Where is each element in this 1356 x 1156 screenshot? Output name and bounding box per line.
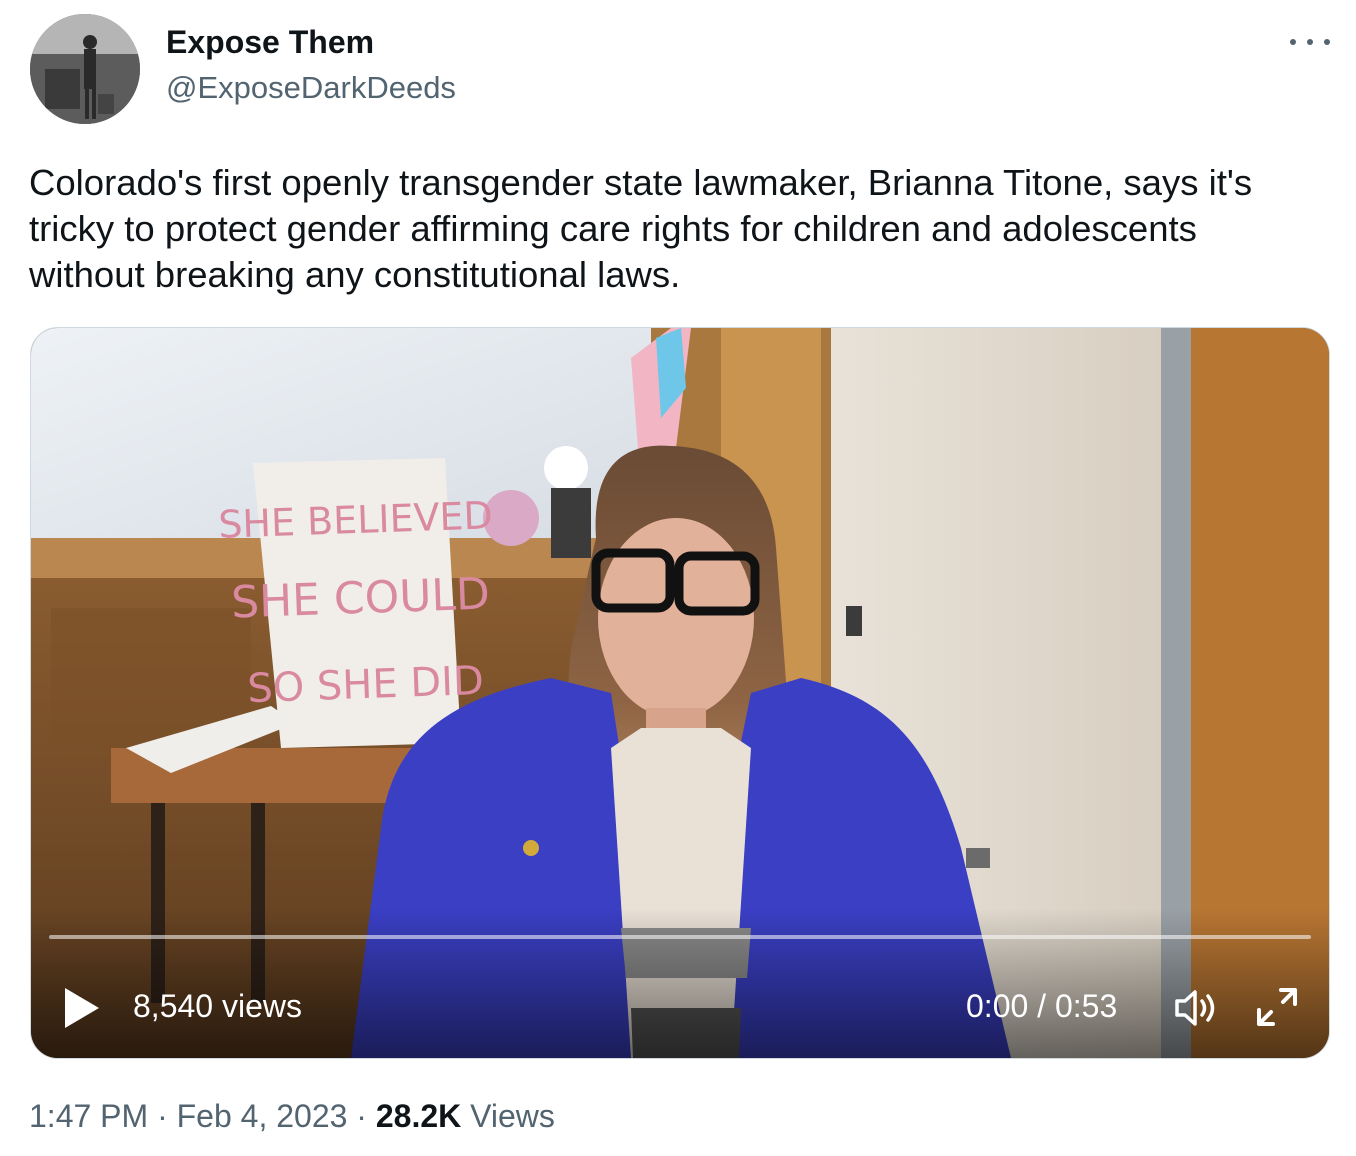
tweet-date[interactable]: Feb 4, 2023 (177, 1098, 348, 1134)
controls-overlay (31, 908, 1329, 1058)
video-views: 8,540 views (133, 988, 302, 1024)
sign-line-2: SHE COULD (230, 569, 490, 629)
meta-separator: · (347, 1098, 376, 1134)
author-name[interactable]: Expose Them (166, 24, 374, 61)
sign-line-3: SO SHE DID (247, 658, 485, 712)
author-handle[interactable]: @ExposeDarkDeeds (166, 70, 456, 106)
fullscreen-icon[interactable] (1255, 986, 1299, 1028)
volume-icon[interactable] (1173, 988, 1221, 1028)
play-icon[interactable] (61, 986, 101, 1030)
tweet-meta: 1:47 PM · Feb 4, 2023 · 28.2K Views (29, 1098, 555, 1135)
avatar-image (30, 14, 140, 124)
video-time: 0:00 / 0:53 (966, 988, 1118, 1024)
tweet-text: Colorado's first openly transgender stat… (29, 162, 1253, 295)
tweet-time[interactable]: 1:47 PM (29, 1098, 148, 1134)
views-count: 28.2K (375, 1098, 462, 1134)
more-options-icon[interactable] (1290, 30, 1330, 54)
progress-bar[interactable] (49, 935, 1311, 939)
meta-separator: · (148, 1098, 177, 1134)
avatar[interactable] (30, 14, 140, 124)
video-player[interactable]: SHE BELIEVED SHE COULD SO SHE DID 8,540 … (30, 327, 1330, 1059)
views-label: Views (461, 1098, 555, 1134)
